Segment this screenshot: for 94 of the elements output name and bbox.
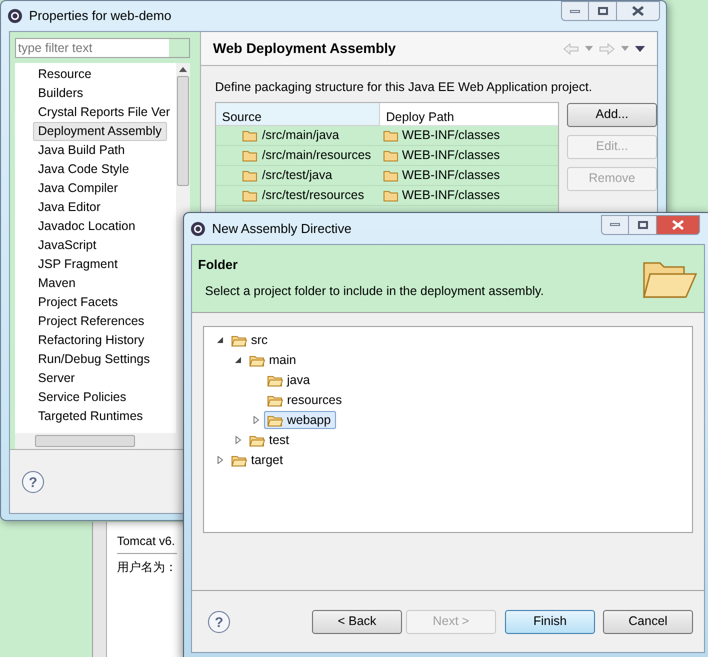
sidebar-item[interactable]: Run/Debug Settings <box>33 350 176 369</box>
folder-icon <box>383 148 399 162</box>
folder-icon <box>383 128 399 142</box>
folder-icon <box>267 374 283 386</box>
tree-item[interactable]: src <box>228 331 273 349</box>
dropdown-caret-icon[interactable] <box>621 46 629 51</box>
deploy-path: WEB-INF/classes <box>402 166 500 184</box>
minimize-button[interactable] <box>561 1 589 21</box>
sidebar-item[interactable]: Java Code Style <box>33 160 176 179</box>
filter-input[interactable]: type filter text <box>16 39 169 57</box>
sidebar-item[interactable]: Java Editor <box>33 198 176 217</box>
tree-item-label: main <box>269 352 298 369</box>
folder-icon <box>231 334 247 346</box>
sidebar-item[interactable]: Crystal Reports File Ver <box>33 103 176 122</box>
deploy-path: WEB-INF/classes <box>402 186 500 204</box>
source-path: /src/test/java <box>262 166 332 184</box>
collapse-arrow-icon[interactable] <box>216 336 224 344</box>
help-button[interactable]: ? <box>22 470 44 492</box>
tree-item-label: target <box>251 452 284 469</box>
sidebar-item[interactable]: Maven <box>33 274 176 293</box>
folder-icon <box>249 434 265 446</box>
tree-item[interactable]: webapp <box>264 411 336 429</box>
sidebar-item[interactable]: JSP Fragment <box>33 255 176 274</box>
tree-item-label: resources <box>287 392 343 409</box>
collapse-arrow-icon[interactable] <box>234 356 242 364</box>
page-title: Web Deployment Assembly <box>213 39 396 58</box>
dialog-button[interactable]: Finish <box>505 610 595 634</box>
tree-item[interactable]: resources <box>264 391 347 409</box>
sidebar-item[interactable]: Java Compiler <box>33 179 176 198</box>
sidebar-item[interactable]: Refactoring History <box>33 331 176 350</box>
tree-item-label: webapp <box>287 412 332 429</box>
folder-icon <box>242 148 258 162</box>
folder-icon <box>383 168 399 182</box>
console-title: Tomcat v6. <box>117 532 177 554</box>
source-path: /src/main/java <box>262 126 340 144</box>
sidebar-item[interactable]: Server <box>33 369 176 388</box>
tree-item[interactable]: java <box>264 371 315 389</box>
console-line: 用户名为： <box>117 559 177 576</box>
source-path: /src/test/resources <box>262 186 364 204</box>
maximize-button[interactable] <box>629 214 656 234</box>
folder-icon <box>249 354 265 366</box>
sidebar-item[interactable]: Service Policies <box>33 388 176 407</box>
folder-icon <box>242 128 258 142</box>
dialog-button[interactable]: Cancel <box>603 610 693 634</box>
expand-arrow-icon[interactable] <box>234 436 242 444</box>
sidebar-item[interactable]: Builders <box>33 84 176 103</box>
minimize-button[interactable] <box>601 214 629 234</box>
sidebar-item[interactable]: Java Build Path <box>33 141 176 160</box>
dropdown-caret-icon[interactable] <box>585 46 593 51</box>
sidebar-item[interactable]: Javadoc Location <box>33 217 176 236</box>
tree-item[interactable]: target <box>228 451 288 469</box>
scroll-up-icon[interactable] <box>179 67 187 72</box>
close-button[interactable] <box>616 1 660 21</box>
sidebar-item[interactable]: Resource <box>33 65 176 84</box>
banner-description: Select a project folder to include in the deployment assembly. <box>205 282 544 300</box>
sidebar-item[interactable]: JavaScript <box>33 236 176 255</box>
window-title: Properties for web-demo <box>29 7 172 26</box>
dialog-title: New Assembly Directive <box>212 220 352 238</box>
folder-icon <box>267 394 283 406</box>
sidebar-item[interactable]: Targeted Runtimes <box>33 407 176 426</box>
tree-item-label: test <box>269 432 290 449</box>
app-logo-icon <box>7 8 23 24</box>
column-header[interactable]: Deploy Path <box>380 102 558 126</box>
source-path: /src/main/resources <box>262 146 372 164</box>
folder-icon <box>231 454 247 466</box>
dialog-button[interactable]: Add... <box>567 102 657 127</box>
tree-item[interactable]: test <box>246 431 294 449</box>
tree-item-label: java <box>287 372 311 389</box>
folder-icon <box>383 188 399 202</box>
deploy-path: WEB-INF/classes <box>402 126 500 144</box>
tree-item-label: src <box>251 332 269 349</box>
close-icon <box>672 220 684 230</box>
sidebar-item[interactable]: Deployment Assembly <box>33 122 167 141</box>
dialog-button[interactable]: < Back <box>312 610 402 634</box>
close-icon <box>632 6 644 16</box>
help-button[interactable]: ? <box>208 610 230 632</box>
folder-icon <box>267 414 283 426</box>
scrollbar[interactable] <box>93 522 107 657</box>
page-description: Define packaging structure for this Java EE Web Application project. <box>215 79 594 96</box>
close-button[interactable] <box>656 214 700 234</box>
view-menu-icon[interactable] <box>635 46 645 52</box>
expand-arrow-icon[interactable] <box>252 416 260 424</box>
folder-icon <box>242 168 258 182</box>
app-logo-icon <box>190 220 206 236</box>
expand-arrow-icon[interactable] <box>216 456 224 464</box>
sidebar-item[interactable]: Project References <box>33 312 176 331</box>
deploy-path: WEB-INF/classes <box>402 146 500 164</box>
column-header[interactable]: Source <box>216 102 380 126</box>
tree-item[interactable]: main <box>246 351 302 369</box>
banner-heading: Folder <box>198 256 239 274</box>
filter-field[interactable]: type filter text <box>15 38 190 58</box>
maximize-button[interactable] <box>589 1 616 21</box>
sidebar-item[interactable]: Project Facets <box>33 293 176 312</box>
folder-icon <box>242 188 258 202</box>
